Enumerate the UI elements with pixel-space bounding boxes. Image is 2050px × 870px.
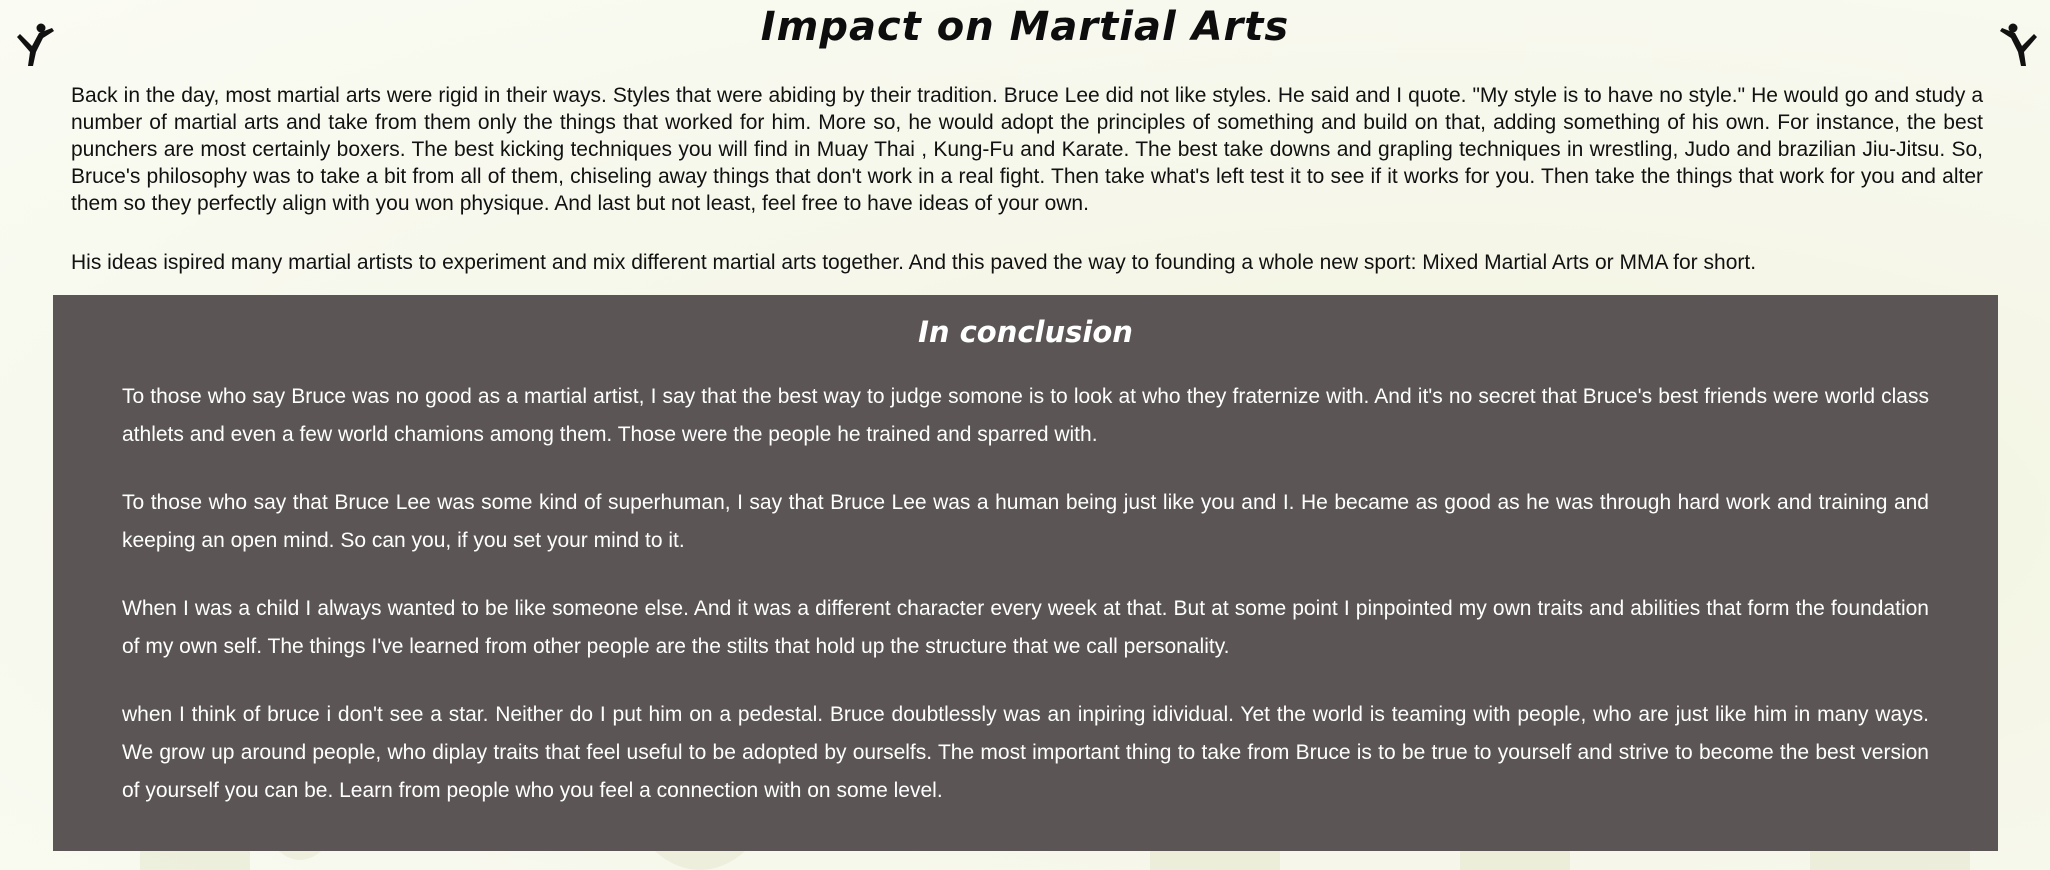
- conclusion-title: In conclusion: [918, 315, 1133, 349]
- intro-section: Back in the day, most martial arts were …: [71, 82, 1983, 276]
- conclusion-panel: In conclusion To those who say Bruce was…: [53, 295, 1998, 851]
- conclusion-paragraph: when I think of bruce i don't see a star…: [122, 703, 1929, 802]
- conclusion-paragraph: When I was a child I always wanted to be…: [122, 597, 1929, 658]
- intro-paragraph: His ideas ispired many martial artists t…: [71, 251, 1757, 274]
- intro-paragraph: Back in the day, most martial arts were …: [71, 84, 1983, 215]
- conclusion-paragraph: To those who say that Bruce Lee was some…: [122, 491, 1929, 552]
- conclusion-paragraph: To those who say Bruce was no good as a …: [122, 385, 1929, 446]
- conclusion-body: To those who say Bruce was no good as a …: [122, 378, 1929, 840]
- page-title: Impact on Martial Arts: [760, 4, 1290, 50]
